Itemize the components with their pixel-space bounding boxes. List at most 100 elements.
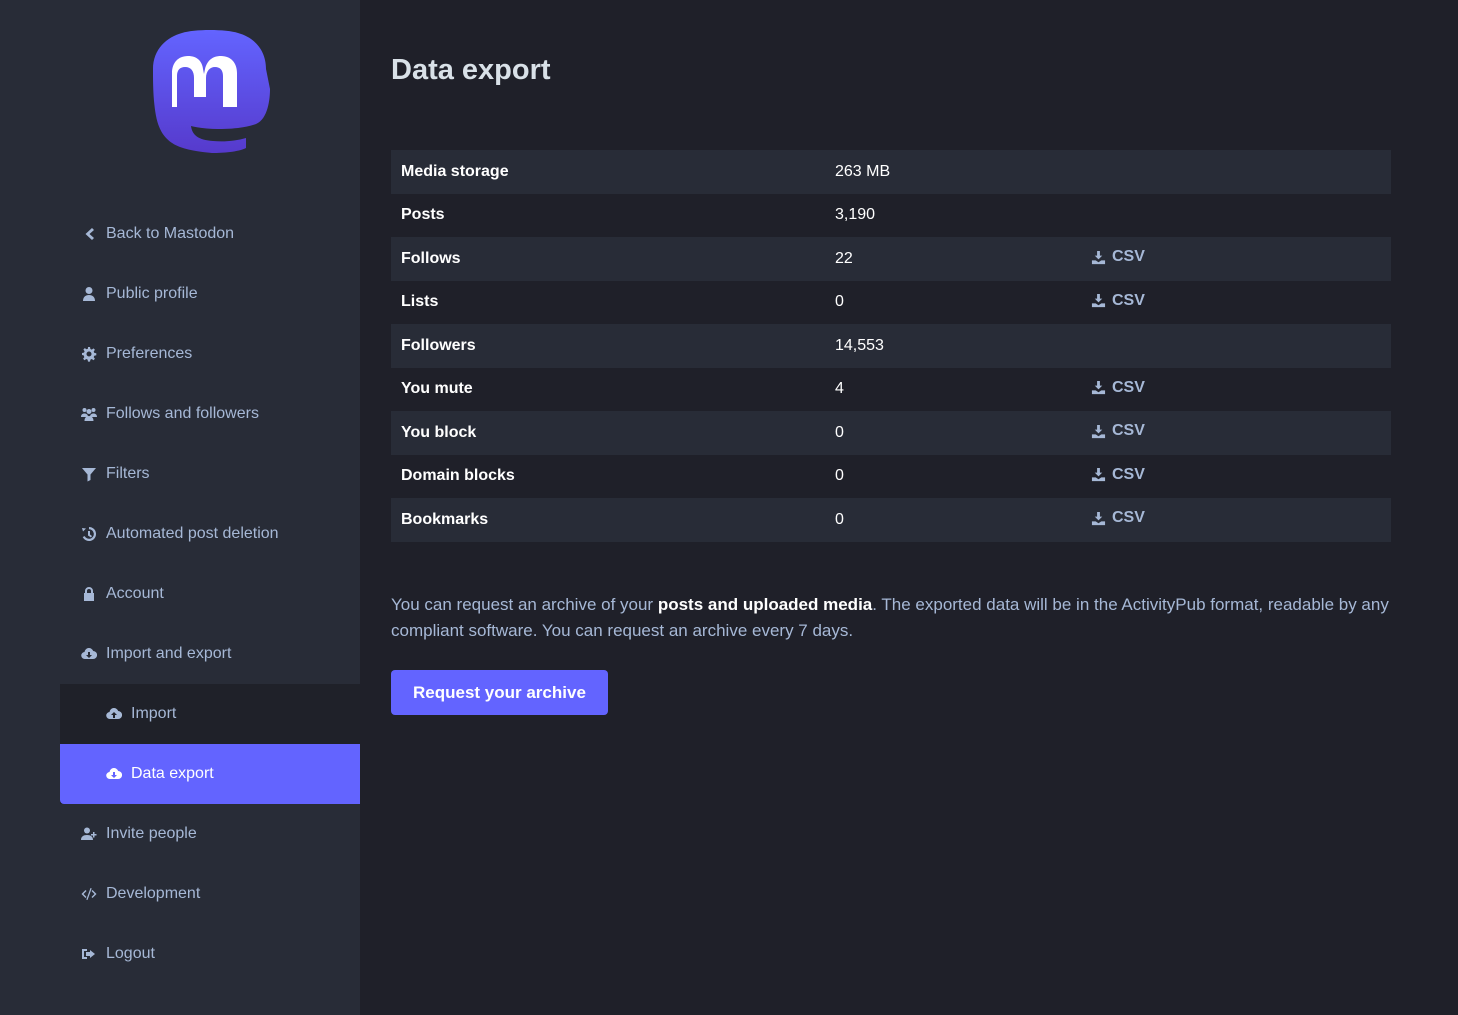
csv-download-link[interactable]: CSV — [1091, 509, 1145, 527]
hint-strong-text: posts and uploaded media — [657, 595, 873, 614]
row-label: You mute — [391, 367, 825, 411]
row-value: 4 — [825, 367, 1081, 411]
sidebar-item-label: Import — [131, 705, 177, 722]
row-action: CSV — [1081, 498, 1391, 542]
row-label: Domain blocks — [391, 454, 825, 498]
row-action: CSV — [1081, 411, 1391, 455]
row-action: CSV — [1081, 367, 1391, 411]
table-row: Domain blocks 0 CSV — [391, 454, 1391, 498]
page-title: Data export — [391, 54, 551, 86]
sidebar-item-label: Automated post deletion — [106, 525, 279, 542]
hint-text: You can request an archive of your — [391, 595, 658, 614]
row-action: CSV — [1081, 454, 1391, 498]
export-stats-table: Media storage 263 MB Posts 3,190 Follows 22 CS… — [391, 150, 1391, 542]
history-icon — [80, 525, 98, 543]
row-label: Followers — [391, 324, 825, 368]
row-value: 0 — [825, 498, 1081, 542]
sidebar-item-label: Data export — [131, 765, 214, 782]
csv-label: CSV — [1112, 378, 1145, 396]
table-row: You mute 4 CSV — [391, 367, 1391, 411]
row-value: 0 — [825, 280, 1081, 324]
sidebar-item-back-to-mastodon[interactable]: Back to Mastodon — [60, 204, 360, 264]
sidebar-item-import-and-export[interactable]: Import and export — [60, 624, 360, 684]
page: Back to Mastodon Public profile Preferen… — [0, 0, 1458, 1015]
sidebar-item-label: Preferences — [106, 345, 193, 362]
row-value: 3,190 — [825, 193, 1081, 237]
sidebar-item-label: Account — [106, 585, 164, 602]
row-label: You block — [391, 411, 825, 455]
download-icon — [1091, 467, 1106, 482]
download-icon — [1091, 511, 1106, 526]
table-row: Followers 14,553 — [391, 324, 1391, 368]
sidebar-subitem-data-export[interactable]: Data export — [60, 744, 360, 804]
filter-icon — [80, 465, 98, 483]
csv-download-link[interactable]: CSV — [1091, 466, 1145, 484]
download-icon — [1091, 293, 1106, 308]
row-label: Posts — [391, 193, 825, 237]
sidebar-item-label: Development — [106, 885, 201, 902]
sidebar-item-filters[interactable]: Filters — [60, 444, 360, 504]
row-action: CSV — [1081, 237, 1391, 281]
user-icon — [80, 285, 98, 303]
csv-download-link[interactable]: CSV — [1091, 292, 1145, 310]
sidebar-item-label: Filters — [106, 465, 150, 482]
download-icon — [1091, 380, 1106, 395]
table-row: Media storage 263 MB — [391, 150, 1391, 194]
sidebar-item-automated-post-deletion[interactable]: Automated post deletion — [60, 504, 360, 564]
row-value: 0 — [825, 411, 1081, 455]
cloud-download-icon — [105, 765, 123, 783]
code-icon — [80, 885, 98, 903]
gear-icon — [80, 345, 98, 363]
table-row: Lists 0 CSV — [391, 280, 1391, 324]
sidebar-item-label: Logout — [106, 945, 155, 962]
cloud-upload-icon — [105, 705, 123, 723]
table-row: Bookmarks 0 CSV — [391, 498, 1391, 542]
sidebar-item-follows-and-followers[interactable]: Follows and followers — [60, 384, 360, 444]
table-row: Follows 22 CSV — [391, 237, 1391, 281]
sign-out-icon — [80, 945, 98, 963]
sidebar-item-public-profile[interactable]: Public profile — [60, 264, 360, 324]
sidebar-nav: Back to Mastodon Public profile Preferen… — [60, 204, 360, 984]
csv-label: CSV — [1112, 465, 1145, 483]
csv-label: CSV — [1112, 422, 1145, 439]
sidebar-item-invite-people[interactable]: Invite people — [60, 804, 360, 864]
chevron-left-icon — [80, 225, 98, 243]
row-action: CSV — [1081, 280, 1391, 324]
lock-icon — [80, 585, 98, 603]
row-action — [1081, 324, 1391, 368]
csv-label: CSV — [1112, 509, 1145, 526]
csv-download-link[interactable]: CSV — [1091, 422, 1145, 440]
sidebar-item-label: Follows and followers — [106, 405, 259, 422]
user-plus-icon — [80, 825, 98, 843]
download-icon — [1091, 424, 1106, 439]
row-label: Lists — [391, 280, 825, 324]
request-archive-button[interactable]: Request your archive — [391, 670, 608, 715]
row-value: 0 — [825, 454, 1081, 498]
sidebar-item-account[interactable]: Account — [60, 564, 360, 624]
sidebar-item-preferences[interactable]: Preferences — [60, 324, 360, 384]
users-icon — [80, 405, 98, 423]
download-icon — [1091, 250, 1106, 265]
sidebar-item-label: Invite people — [106, 825, 197, 842]
sidebar-item-label: Public profile — [106, 285, 198, 302]
table-row: Posts 3,190 — [391, 193, 1391, 237]
csv-label: CSV — [1112, 248, 1145, 265]
csv-download-link[interactable]: CSV — [1091, 379, 1145, 397]
csv-download-link[interactable]: CSV — [1091, 248, 1145, 266]
row-value: 22 — [825, 237, 1081, 281]
sidebar-item-logout[interactable]: Logout — [60, 924, 360, 984]
sidebar-subitem-import[interactable]: Import — [60, 684, 360, 744]
table-row: You block 0 CSV — [391, 411, 1391, 455]
cloud-download-icon — [80, 645, 98, 663]
sidebar-item-label: Back to Mastodon — [106, 225, 235, 242]
row-action — [1081, 193, 1391, 237]
row-label: Media storage — [391, 150, 825, 194]
sidebar-item-development[interactable]: Development — [60, 864, 360, 924]
mastodon-logo-icon[interactable] — [150, 29, 270, 157]
row-label: Bookmarks — [391, 498, 825, 542]
csv-label: CSV — [1112, 291, 1145, 309]
row-action — [1081, 150, 1391, 194]
sidebar: Back to Mastodon Public profile Preferen… — [0, 0, 360, 1015]
row-value: 14,553 — [825, 324, 1081, 368]
row-value: 263 MB — [825, 150, 1081, 194]
